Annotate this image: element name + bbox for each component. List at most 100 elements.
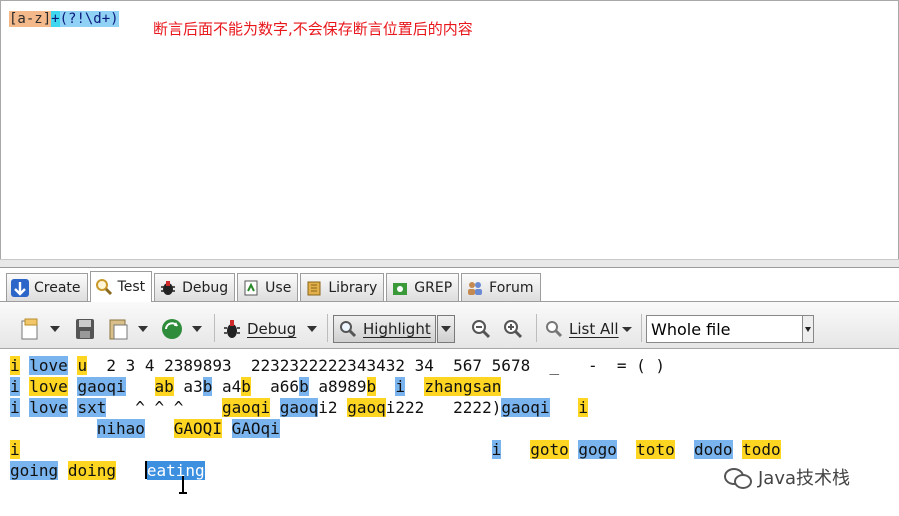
match-highlight: goto: [530, 440, 569, 459]
create-icon: [11, 279, 29, 297]
match-highlight: love: [29, 398, 68, 417]
use-icon: [242, 279, 260, 297]
chevron-down-icon: [307, 326, 318, 332]
regex-editor[interactable]: [a-z]+(?!\d+) 断言后面不能为数字,不会保存断言位置后的内容: [0, 0, 899, 260]
tab-label: Forum: [489, 280, 534, 296]
toolbar-separator: [327, 314, 328, 342]
match-highlight: i: [578, 398, 589, 417]
toolbar-separator: [214, 314, 215, 342]
match-highlight: dodo: [693, 440, 733, 459]
match-highlight: i: [491, 440, 502, 459]
chevron-down-icon[interactable]: [802, 316, 813, 342]
plain-text: [145, 419, 174, 438]
match-highlight: toto: [636, 440, 675, 459]
tab-debug[interactable]: Debug: [154, 273, 236, 302]
refresh-button[interactable]: [160, 315, 202, 343]
paste-button[interactable]: [108, 315, 148, 343]
match-highlight: gaoq: [347, 398, 386, 417]
tab-create[interactable]: Create: [6, 273, 88, 302]
magnifier-icon: [95, 278, 113, 296]
match-highlight: ab: [154, 377, 174, 396]
toolbar-separator: [641, 314, 642, 342]
wechat-icon: [724, 466, 752, 489]
chevron-down-icon: [192, 326, 202, 332]
match-highlight: gaoqi: [77, 377, 126, 396]
clipboard-icon: [109, 319, 128, 340]
chevron-down-icon: [621, 326, 632, 332]
match-highlight: gaoqi: [501, 398, 550, 417]
test-line-3: i love sxt ^ ^ ^ gaoqi gaoqi2 gaoqi222 2…: [10, 398, 589, 418]
match-highlight: gaoq: [279, 398, 319, 417]
tab-use[interactable]: Use: [237, 273, 299, 302]
plain-text: [116, 461, 145, 480]
plain-text: [405, 377, 424, 396]
plain-text: [675, 440, 694, 459]
match-highlight: zhangsan: [424, 377, 502, 396]
match-highlight: b: [299, 377, 309, 396]
plain-text: [10, 419, 97, 438]
save-button[interactable]: [75, 315, 95, 343]
match-highlight: love: [29, 377, 68, 396]
chevron-down-icon: [50, 326, 60, 332]
regex-lookahead-token: (?!\d+): [59, 11, 119, 27]
debug-button[interactable]: Debug: [222, 315, 318, 343]
test-line-1: i love u 2 3 4 2389893 2232322222343432 …: [10, 356, 665, 376]
plain-text: a3: [173, 377, 203, 396]
plain-text: i2: [318, 398, 348, 417]
zoom-out-button[interactable]: [470, 315, 492, 343]
tab-grep[interactable]: GREP: [386, 273, 460, 302]
scope-select[interactable]: Whole file: [646, 315, 814, 343]
highlight-label: Highlight: [363, 320, 431, 338]
debug-label: Debug: [247, 320, 297, 338]
toolbar-separator: [536, 314, 537, 342]
plain-text: 2 3 4 2389893 2232322222343432 34 567 56…: [87, 356, 666, 375]
match-highlight: i: [10, 398, 20, 417]
regex-quantifier-token: +: [51, 11, 60, 27]
highlight-dropdown[interactable]: [436, 315, 455, 343]
tab-test[interactable]: Test: [89, 271, 153, 302]
match-highlight: i: [10, 377, 20, 396]
match-highlight: nihao: [96, 419, 145, 438]
magnifier-icon: [546, 321, 563, 338]
plain-text: [550, 398, 579, 417]
match-highlight: GAOQI: [173, 419, 222, 438]
tab-label: Test: [117, 279, 146, 295]
test-line-2: i love gaoqi ab a3b a4b a66b a8989b i zh…: [10, 377, 502, 397]
plain-text: a66: [250, 377, 300, 396]
test-line-5: i i goto gogo toto dodo todo: [10, 440, 781, 460]
annotation-note: 断言后面不能为数字,不会保存断言位置后的内容: [153, 20, 473, 38]
splitter[interactable]: [0, 259, 899, 268]
forum-icon: [466, 279, 484, 297]
list-all-button[interactable]: List All: [544, 315, 632, 343]
match-highlight: i: [10, 440, 20, 459]
zoom-in-icon: [504, 320, 523, 339]
tab-label: Library: [328, 280, 378, 296]
save-icon: [76, 319, 94, 339]
zoom-in-button[interactable]: [502, 315, 524, 343]
tab-library[interactable]: Library: [300, 273, 385, 302]
match-highlight: todo: [742, 440, 781, 459]
match-highlight: doing: [67, 461, 116, 480]
watermark: Java技术栈: [724, 464, 850, 490]
match-highlight: i: [10, 356, 20, 375]
regex-expression[interactable]: [a-z]+(?!\d+): [9, 9, 119, 29]
match-highlight: gaoqi: [221, 398, 271, 417]
match-highlight: GAOqi: [231, 419, 280, 438]
plain-text: [501, 440, 530, 459]
plain-text: a8989: [308, 377, 367, 396]
tab-bar: Create Test Debug Use Library GREP Forum: [6, 271, 543, 302]
plain-text: [270, 398, 280, 417]
watermark-text: Java技术栈: [758, 468, 851, 489]
test-line-6: going doing eating: [10, 461, 205, 481]
plain-text: [126, 377, 155, 396]
toolbar: Debug Highlight List All Whole file: [0, 302, 899, 348]
magnifier-icon: [340, 321, 357, 338]
plain-text: [376, 377, 395, 396]
open-button[interactable]: [20, 315, 60, 343]
tab-label: Debug: [182, 280, 229, 296]
tab-label: GREP: [414, 280, 453, 296]
highlight-button[interactable]: Highlight: [333, 315, 455, 343]
match-highlight: i: [395, 377, 406, 396]
chevron-down-icon: [138, 326, 148, 332]
tab-forum[interactable]: Forum: [461, 273, 541, 302]
